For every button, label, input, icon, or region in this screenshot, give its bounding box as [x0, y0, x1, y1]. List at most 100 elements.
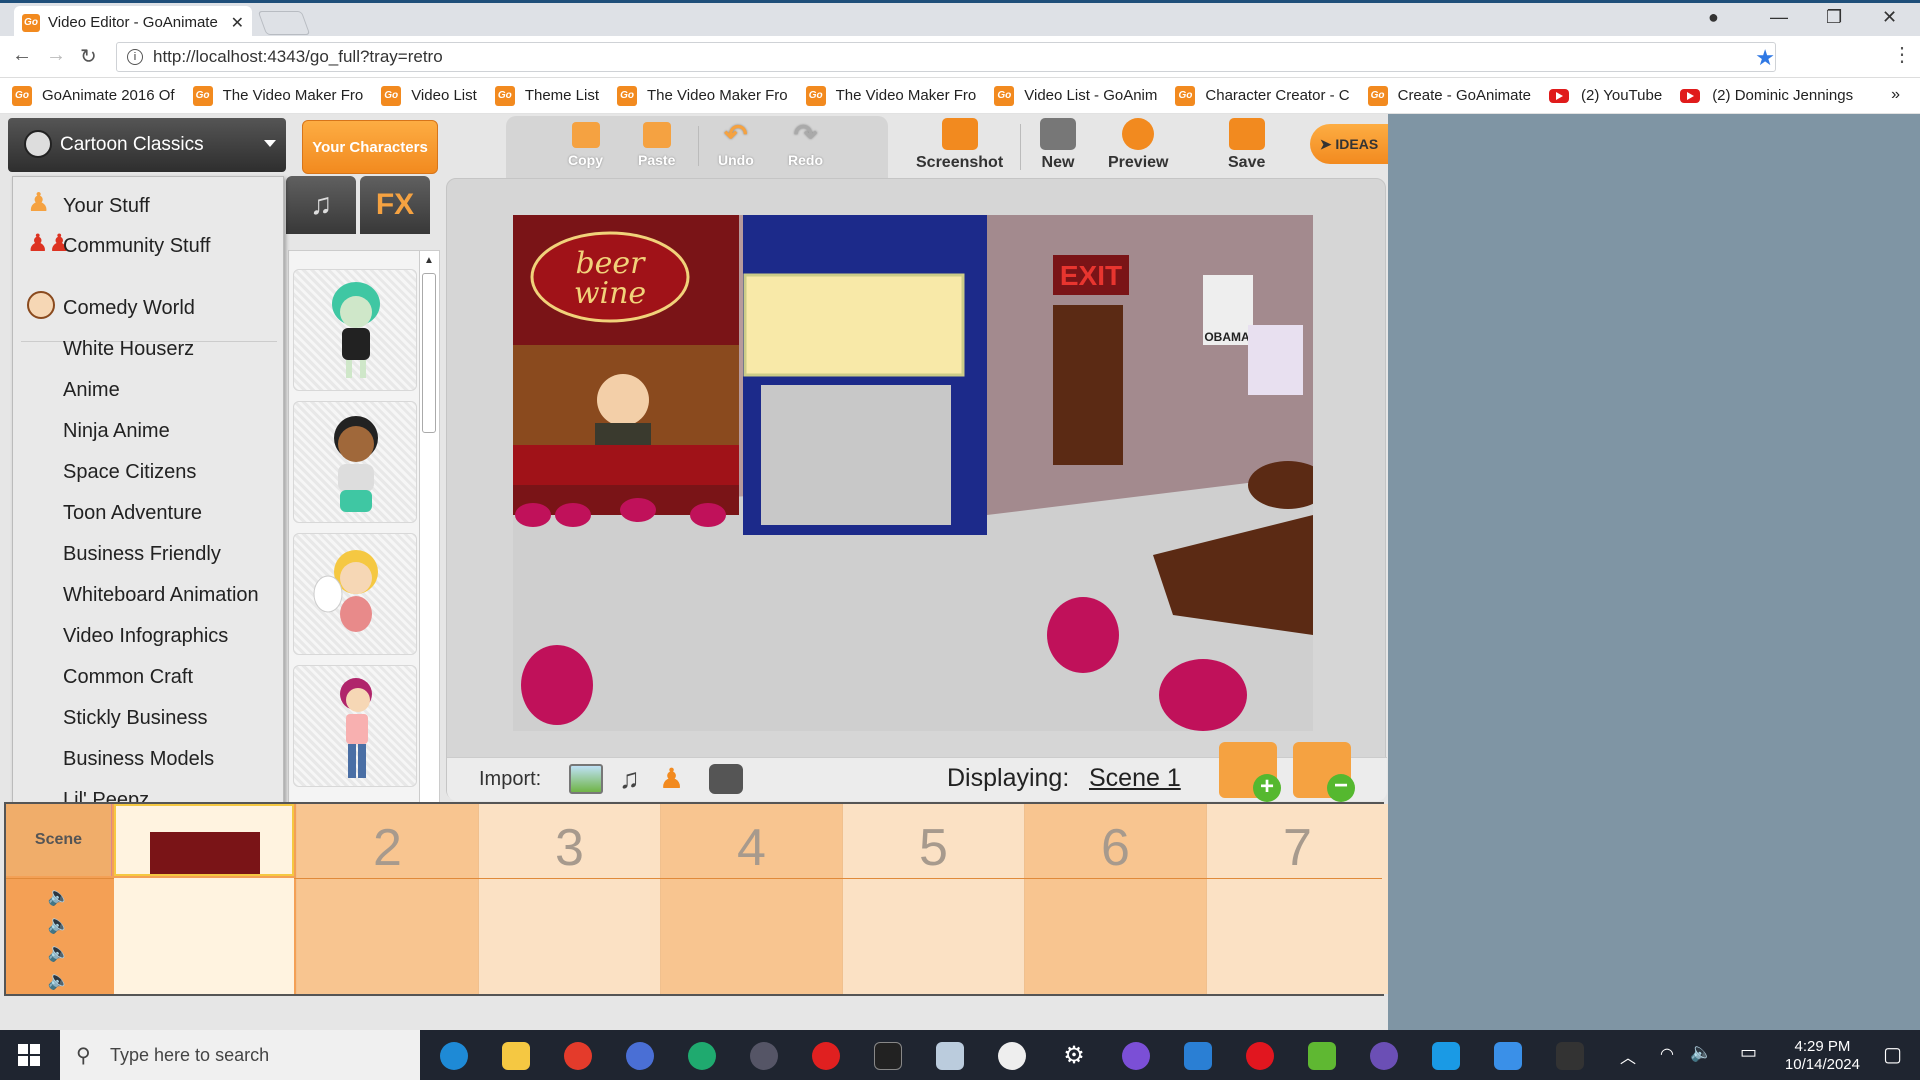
- timeline-scene-slot[interactable]: 3: [478, 804, 660, 994]
- add-scene-icon[interactable]: +: [1219, 742, 1281, 802]
- save-button[interactable]: Save: [1228, 118, 1265, 172]
- more-bookmarks-icon[interactable]: »: [1891, 86, 1900, 104]
- paste-button[interactable]: Paste: [638, 122, 675, 168]
- menu-theme-item[interactable]: White Houserz: [63, 338, 194, 361]
- chrome-icon[interactable]: [564, 1042, 592, 1070]
- electron-icon[interactable]: [750, 1042, 778, 1070]
- menu-theme-item[interactable]: Business Friendly: [63, 543, 221, 566]
- fx-tab[interactable]: FX: [360, 176, 430, 234]
- record-icon[interactable]: [812, 1042, 840, 1070]
- volume-icon[interactable]: 🔈: [1690, 1042, 1712, 1063]
- info-icon[interactable]: i: [127, 49, 143, 65]
- scene-name-link[interactable]: Scene 1: [1089, 764, 1181, 793]
- music-icon[interactable]: ♫: [619, 764, 653, 794]
- skype-icon[interactable]: [1432, 1042, 1460, 1070]
- your-characters-button[interactable]: Your Characters: [302, 120, 438, 174]
- undo-button[interactable]: ↶ Undo: [718, 121, 754, 169]
- remove-scene-icon[interactable]: −: [1293, 742, 1355, 802]
- character-card[interactable]: [293, 269, 417, 391]
- settings-icon[interactable]: ⚙: [1060, 1042, 1088, 1070]
- profile-icon[interactable]: ●: [1708, 7, 1719, 28]
- address-bar[interactable]: i http://localhost:4343/go_full?tray=ret…: [116, 42, 1776, 72]
- character-card[interactable]: [293, 401, 417, 523]
- forward-icon[interactable]: →: [46, 44, 66, 67]
- menu-theme-item[interactable]: Business Models: [63, 748, 214, 771]
- menu-theme-item[interactable]: Comedy World: [63, 297, 195, 320]
- scene-thumbnail-1[interactable]: [114, 804, 294, 876]
- terminal-icon[interactable]: [874, 1042, 902, 1070]
- clock-icon[interactable]: [998, 1042, 1026, 1070]
- menu-theme-item[interactable]: Ninja Anime: [63, 420, 170, 443]
- timeline-scene-slot[interactable]: 5: [842, 804, 1024, 994]
- file-explorer-icon[interactable]: [502, 1042, 530, 1070]
- menu-theme-item[interactable]: Stickly Business: [63, 707, 208, 730]
- bookmark-item[interactable]: Go Video List - GoAnim: [994, 85, 1157, 106]
- character-card[interactable]: [293, 665, 417, 787]
- timeline-scene-slot[interactable]: 6: [1024, 804, 1206, 994]
- menu-theme-item[interactable]: Anime: [63, 379, 120, 402]
- bookmark-item[interactable]: (2) Dominic Jennings: [1680, 87, 1853, 104]
- bookmark-item[interactable]: Go Theme List: [494, 85, 599, 106]
- restore-icon[interactable]: ❐: [1826, 7, 1842, 28]
- network-icon[interactable]: ◠: [1660, 1044, 1674, 1064]
- speaker-icon[interactable]: 🔈: [6, 882, 112, 910]
- chevron-up-icon[interactable]: ︿: [1620, 1044, 1636, 1068]
- notes-icon[interactable]: [936, 1042, 964, 1070]
- browser-tab[interactable]: Go Video Editor - GoAnimate ✕: [14, 6, 252, 39]
- speaker-icon[interactable]: 🔈: [6, 938, 112, 966]
- ideas-button[interactable]: ➤ IDEAS: [1310, 124, 1388, 164]
- app-icon[interactable]: [1556, 1042, 1584, 1070]
- opera-icon[interactable]: [1246, 1042, 1274, 1070]
- bookmark-item[interactable]: Go The Video Maker Fro: [617, 85, 788, 106]
- speaker-icon[interactable]: 🔈: [6, 910, 112, 938]
- copy-button[interactable]: Copy: [568, 122, 603, 168]
- app-icon[interactable]: [688, 1042, 716, 1070]
- music-tab[interactable]: ♫: [286, 176, 356, 234]
- menu-your-stuff[interactable]: Your Stuff: [63, 195, 150, 218]
- windows-start-icon[interactable]: [18, 1044, 40, 1066]
- bookmark-item[interactable]: Go Create - GoAnimate: [1367, 85, 1531, 106]
- menu-theme-item[interactable]: Video Infographics: [63, 625, 228, 648]
- video-camera-icon[interactable]: [709, 764, 743, 794]
- new-tab-button[interactable]: [257, 11, 311, 35]
- menu-theme-item[interactable]: Toon Adventure: [63, 502, 202, 525]
- menu-theme-item[interactable]: Common Craft: [63, 666, 193, 689]
- new-button[interactable]: New: [1040, 118, 1076, 172]
- scene-canvas[interactable]: beer wine EXIT OBAMA: [513, 215, 1313, 731]
- redo-button[interactable]: ↷ Redo: [788, 121, 823, 169]
- preview-button[interactable]: Preview: [1108, 118, 1168, 172]
- theme-dropdown[interactable]: Cartoon Classics: [8, 118, 286, 172]
- app-icon[interactable]: [1494, 1042, 1522, 1070]
- menu-theme-item[interactable]: Whiteboard Animation: [63, 584, 259, 607]
- speaker-icon[interactable]: 🔈: [6, 966, 112, 994]
- bookmark-item[interactable]: Go The Video Maker Fro: [192, 85, 363, 106]
- chromium-icon[interactable]: [626, 1042, 654, 1070]
- menu-icon[interactable]: ⋮: [1892, 42, 1912, 67]
- close-window-icon[interactable]: ✕: [1882, 7, 1897, 28]
- menu-community-stuff[interactable]: Community Stuff: [63, 235, 210, 258]
- bookmark-item[interactable]: Go The Video Maker Fro: [805, 85, 976, 106]
- bookmark-item[interactable]: Go GoAnimate 2016 Of: [12, 85, 175, 106]
- close-tab-icon[interactable]: ✕: [231, 13, 244, 33]
- character-icon[interactable]: ♟: [659, 764, 693, 794]
- scroll-thumb[interactable]: [422, 273, 436, 433]
- back-icon[interactable]: ←: [12, 44, 32, 67]
- screenshot-button[interactable]: Screenshot: [916, 118, 1003, 172]
- menu-theme-item[interactable]: Space Citizens: [63, 461, 196, 484]
- taskbar-search[interactable]: ⚲ Type here to search: [60, 1030, 420, 1080]
- bookmark-item[interactable]: Go Character Creator - C: [1175, 85, 1350, 106]
- battery-icon[interactable]: ▭: [1740, 1042, 1757, 1063]
- app-icon[interactable]: [1308, 1042, 1336, 1070]
- github-icon[interactable]: [1122, 1042, 1150, 1070]
- image-icon[interactable]: [569, 764, 603, 794]
- clock[interactable]: 4:29 PM 10/14/2024: [1785, 1038, 1860, 1074]
- vscode-icon[interactable]: [1184, 1042, 1212, 1070]
- audio-track-cell[interactable]: [114, 878, 294, 994]
- edge-icon[interactable]: [440, 1042, 468, 1070]
- bookmark-item[interactable]: (2) YouTube: [1549, 87, 1662, 104]
- notification-icon[interactable]: ▢: [1883, 1042, 1902, 1067]
- reload-icon[interactable]: ↻: [80, 44, 97, 69]
- timeline-scene-slot[interactable]: 4: [660, 804, 842, 994]
- scroll-up-icon[interactable]: ▲: [424, 255, 434, 266]
- minimize-icon[interactable]: —: [1770, 7, 1788, 28]
